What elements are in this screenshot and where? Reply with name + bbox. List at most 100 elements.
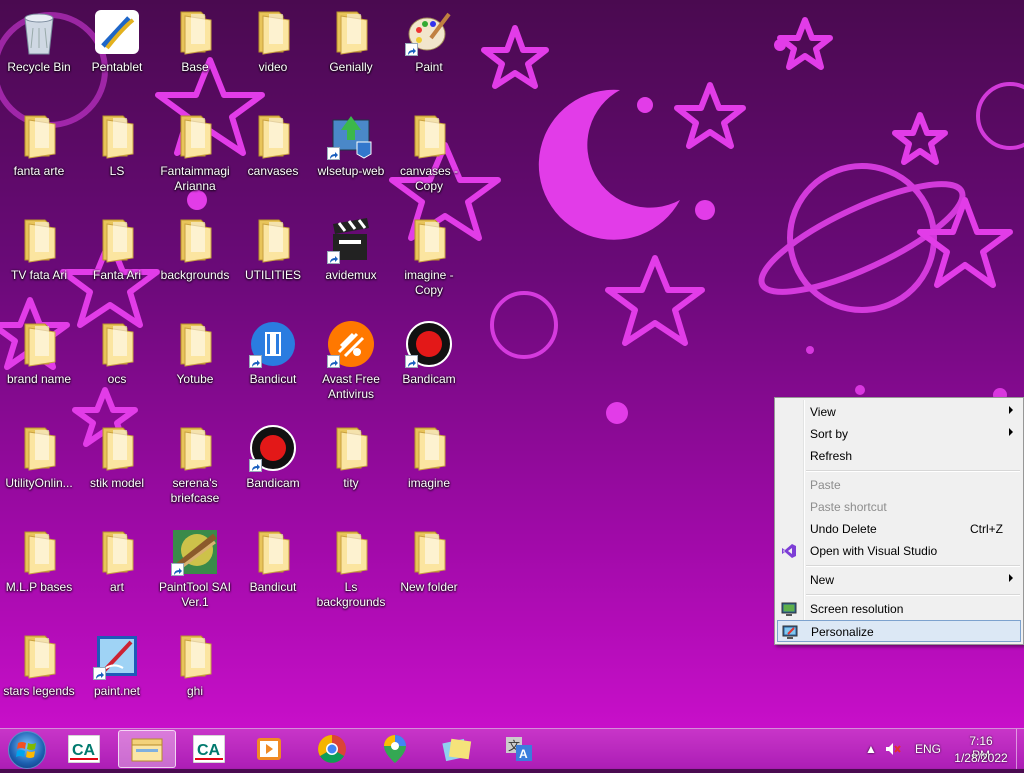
clock-date[interactable]: 1/28/2022 xyxy=(952,751,1010,765)
desktop-icon[interactable]: art xyxy=(79,524,155,624)
folder-icon xyxy=(93,528,141,576)
desktop-icon[interactable]: Avast Free Antivirus xyxy=(313,316,389,416)
desktop-icon-label: tity xyxy=(343,476,359,490)
menu-item-paste[interactable]: Paste xyxy=(777,474,1021,496)
desktop-icon[interactable]: paint.net xyxy=(79,628,155,728)
desktop-icon[interactable]: stik model xyxy=(79,420,155,520)
desktop-icon[interactable]: Bandicut xyxy=(235,316,311,416)
desktop-icon[interactable]: imagine xyxy=(391,420,467,520)
desktop-icon[interactable]: Fanta Ari xyxy=(79,212,155,312)
desktop-icon[interactable]: New folder xyxy=(391,524,467,624)
desktop-icon[interactable]: UtilityOnlin... xyxy=(1,420,77,520)
desktop-icon[interactable]: Bandicam xyxy=(235,420,311,520)
desktop-icon[interactable]: backgrounds xyxy=(157,212,233,312)
menu-item-new[interactable]: New xyxy=(777,569,1021,591)
taskbar-video-player[interactable] xyxy=(240,730,298,768)
desktop-icon[interactable]: tity xyxy=(313,420,389,520)
shortcut-arrow-icon xyxy=(249,355,262,368)
paintnet-icon xyxy=(93,632,141,680)
clapper-icon xyxy=(327,216,375,264)
menu-item-paste-label: Paste xyxy=(810,478,841,492)
desktop-icon[interactable]: Base xyxy=(157,4,233,104)
folder-icon xyxy=(171,216,219,264)
show-hidden-icons-button[interactable]: ▲ xyxy=(865,742,877,756)
desktop-icon[interactable]: video xyxy=(235,4,311,104)
taskbar-credit-agricole-1[interactable]: CA xyxy=(55,730,113,768)
svg-text:A: A xyxy=(519,747,528,761)
menu-item-screen-resolution[interactable]: Screen resolution xyxy=(777,598,1021,620)
language-indicator[interactable]: ENG xyxy=(915,742,941,756)
desktop-icon[interactable]: PaintTool SAI Ver.1 xyxy=(157,524,233,624)
monitor-icon xyxy=(781,602,797,616)
desktop-icon-label: imagine xyxy=(407,476,451,490)
desktop-icon-label: stik model xyxy=(89,476,145,490)
taskbar-chrome[interactable] xyxy=(303,730,361,768)
taskbar-credit-agricole-2[interactable]: CA xyxy=(180,730,238,768)
menu-item-open-visual-studio[interactable]: Open with Visual Studio xyxy=(777,540,1021,562)
volume-muted-icon[interactable] xyxy=(885,742,901,756)
desktop-icon[interactable]: ghi xyxy=(157,628,233,728)
menu-item-personalize[interactable]: Personalize xyxy=(777,620,1021,642)
menu-item-undo-delete[interactable]: Undo Delete Ctrl+Z xyxy=(777,518,1021,540)
desktop-icon-label: video xyxy=(258,60,288,74)
desktop-icon[interactable]: fanta arte xyxy=(1,108,77,208)
desktop-icon-label: fanta arte xyxy=(13,164,65,178)
menu-item-view[interactable]: View xyxy=(777,401,1021,423)
desktop-icon[interactable]: Genially xyxy=(313,4,389,104)
menu-item-refresh[interactable]: Refresh xyxy=(777,445,1021,467)
folder-icon xyxy=(249,528,297,576)
desktop-icon[interactable]: imagine - Copy xyxy=(391,212,467,312)
desktop-icon[interactable]: Pentablet xyxy=(79,4,155,104)
svg-text:CA: CA xyxy=(72,742,96,759)
folder-icon xyxy=(249,8,297,56)
credit-agricole-icon: CA xyxy=(68,735,100,763)
menu-item-view-label: View xyxy=(810,405,836,419)
desktop-icon[interactable]: avidemux xyxy=(313,212,389,312)
shortcut-arrow-icon xyxy=(249,459,262,472)
taskbar-sticky-notes[interactable] xyxy=(428,730,486,768)
desktop-icon[interactable]: ocs xyxy=(79,316,155,416)
taskbar-file-explorer[interactable] xyxy=(118,730,176,768)
desktop-icon[interactable]: wlsetup-web xyxy=(313,108,389,208)
taskbar-google-maps[interactable] xyxy=(366,730,424,768)
folder-icon xyxy=(171,632,219,680)
desktop-icon[interactable]: LS xyxy=(79,108,155,208)
desktop-icon[interactable]: serena's briefcase xyxy=(157,420,233,520)
shortcut-arrow-icon xyxy=(327,355,340,368)
menu-item-paste-shortcut[interactable]: Paste shortcut xyxy=(777,496,1021,518)
taskbar-translator[interactable]: 文 A xyxy=(490,730,548,768)
desktop-icon-label: wlsetup-web xyxy=(317,164,385,178)
desktop-icon[interactable]: canvases - Copy xyxy=(391,108,467,208)
desktop-icon[interactable]: Paint xyxy=(391,4,467,104)
desktop-icon-label: Ls backgrounds xyxy=(316,580,386,609)
chrome-icon xyxy=(318,735,346,763)
desktop-icon[interactable]: Bandicut xyxy=(235,524,311,624)
desktop-icon[interactable]: canvases xyxy=(235,108,311,208)
menu-separator xyxy=(806,470,1020,472)
desktop-icon[interactable]: UTILITIES xyxy=(235,212,311,312)
desktop-icon-label: UTILITIES xyxy=(244,268,301,282)
start-button[interactable] xyxy=(8,731,46,769)
sai-icon xyxy=(171,528,219,576)
desktop-icon[interactable]: Yotube xyxy=(157,316,233,416)
desktop-icon[interactable]: Fantaimmagi Arianna xyxy=(157,108,233,208)
desktop-icon[interactable]: TV fata Ari xyxy=(1,212,77,312)
desktop-icon[interactable]: brand name xyxy=(1,316,77,416)
menu-item-sort-by[interactable]: Sort by xyxy=(777,423,1021,445)
bandicam-icon xyxy=(405,320,453,368)
video-player-icon xyxy=(257,738,281,760)
desktop-icon[interactable]: stars legends xyxy=(1,628,77,728)
desktop-icon-label: Pentablet xyxy=(91,60,143,74)
folder-icon xyxy=(405,216,453,264)
desktop-icon[interactable]: Ls backgrounds xyxy=(313,524,389,624)
menu-item-undo-shortcut: Ctrl+Z xyxy=(970,522,1003,536)
desktop-icon[interactable]: Bandicam xyxy=(391,316,467,416)
taskbar: CA CA 文 A ▲ ENG 7:16 PM 1/28/2022 xyxy=(0,728,1024,769)
sticky-notes-icon xyxy=(442,738,472,762)
folder-icon xyxy=(249,112,297,160)
show-desktop-button[interactable] xyxy=(1016,729,1024,769)
shortcut-arrow-icon xyxy=(327,147,340,160)
folder-icon xyxy=(93,424,141,472)
desktop-icon[interactable]: M.L.P bases xyxy=(1,524,77,624)
desktop-icon[interactable]: Recycle Bin xyxy=(1,4,77,104)
